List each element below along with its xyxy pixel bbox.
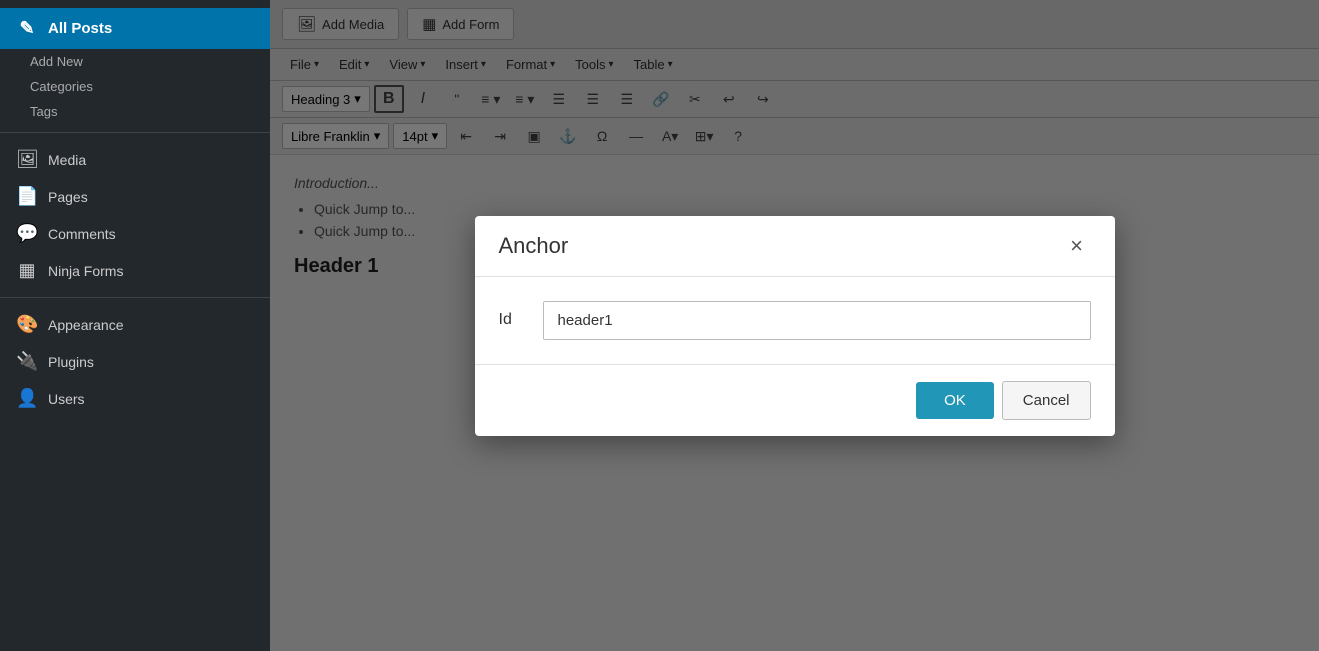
sidebar-item-add-new[interactable]: Add New bbox=[0, 49, 270, 74]
sidebar-item-categories[interactable]: Categories bbox=[0, 74, 270, 99]
sidebar-item-pages[interactable]: 📄 Pages bbox=[0, 178, 270, 215]
ninja-forms-icon: ▦ bbox=[16, 260, 38, 281]
modal-close-button[interactable]: × bbox=[1063, 232, 1091, 260]
sidebar-item-ninja-forms[interactable]: ▦ Ninja Forms bbox=[0, 252, 270, 289]
modal-footer: OK Cancel bbox=[475, 364, 1115, 436]
main-content: 🖼 Add Media ▦ Add Form File ▾ Edit ▾ Vie… bbox=[270, 0, 1319, 651]
pages-icon: 📄 bbox=[16, 186, 38, 207]
sidebar-item-media[interactable]: 🖼 Media bbox=[0, 141, 270, 178]
posts-icon: ✎ bbox=[16, 18, 38, 39]
sidebar: ✎ All Posts Add New Categories Tags 🖼 Me… bbox=[0, 0, 270, 651]
sidebar-item-appearance[interactable]: 🎨 Appearance bbox=[0, 306, 270, 343]
comments-icon: 💬 bbox=[16, 223, 38, 244]
sidebar-divider-2 bbox=[0, 297, 270, 298]
sidebar-item-users[interactable]: 👤 Users bbox=[0, 380, 270, 417]
anchor-id-input[interactable] bbox=[543, 301, 1091, 340]
appearance-icon: 🎨 bbox=[16, 314, 38, 335]
cancel-button[interactable]: Cancel bbox=[1002, 381, 1091, 420]
plugins-icon: 🔌 bbox=[16, 351, 38, 372]
modal-overlay: Anchor × Id OK Cancel bbox=[270, 0, 1319, 651]
modal-header: Anchor × bbox=[475, 216, 1115, 277]
anchor-modal: Anchor × Id OK Cancel bbox=[475, 216, 1115, 436]
modal-body: Id bbox=[475, 277, 1115, 364]
media-icon: 🖼 bbox=[16, 149, 38, 170]
sidebar-item-tags[interactable]: Tags bbox=[0, 99, 270, 124]
sidebar-item-comments[interactable]: 💬 Comments bbox=[0, 215, 270, 252]
sidebar-divider-1 bbox=[0, 132, 270, 133]
ok-button[interactable]: OK bbox=[916, 382, 994, 419]
sidebar-item-plugins[interactable]: 🔌 Plugins bbox=[0, 343, 270, 380]
users-icon: 👤 bbox=[16, 388, 38, 409]
modal-id-label: Id bbox=[499, 311, 523, 329]
sidebar-item-all-posts[interactable]: ✎ All Posts bbox=[0, 8, 270, 49]
modal-title: Anchor bbox=[499, 233, 569, 259]
